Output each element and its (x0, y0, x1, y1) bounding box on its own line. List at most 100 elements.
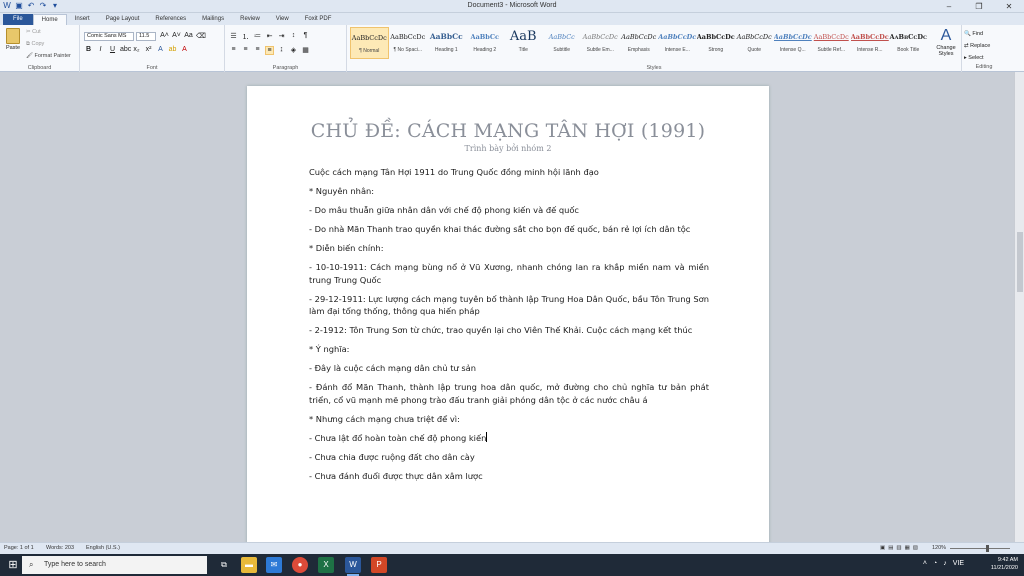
italic-icon[interactable]: I (96, 46, 105, 53)
line-spacing-icon[interactable]: ↨ (277, 46, 286, 55)
word-count[interactable]: Words: 203 (46, 545, 74, 551)
search-icon: ⌕ (29, 560, 34, 569)
tab-references[interactable]: References (147, 14, 194, 25)
task-view-icon[interactable]: ⧉ (216, 557, 232, 573)
ribbon-tabs: File Home Insert Page Layout References … (0, 13, 1024, 25)
language-indicator[interactable]: English (U.S.) (86, 545, 120, 551)
superscript-icon[interactable]: x² (144, 46, 153, 53)
page-count[interactable]: Page: 1 of 1 (4, 545, 34, 551)
select-button[interactable]: ▸ Select (964, 52, 990, 64)
change-styles-button[interactable]: A Change Styles (930, 27, 962, 57)
align-right-icon[interactable]: ≡ (253, 46, 262, 55)
align-center-icon[interactable]: ≡ (241, 46, 250, 55)
taskbar-search-box[interactable]: ⌕ Type here to search (22, 556, 207, 574)
tab-insert[interactable]: Insert (67, 14, 98, 25)
editing-label: Editing (975, 64, 993, 70)
tab-file[interactable]: File (3, 14, 33, 25)
editing-group: 🔍 Find ⇄ Replace ▸ Select (964, 28, 990, 64)
close-button[interactable]: ✕ (994, 0, 1024, 13)
paragraph: * Ý nghĩa: (309, 344, 350, 354)
subscript-icon[interactable]: x₂ (132, 46, 141, 53)
document-subtitle: Trình bày bởi nhóm 2 (464, 144, 552, 153)
tab-foxit-pdf[interactable]: Foxit PDF (297, 14, 340, 25)
borders-icon[interactable]: ▦ (301, 46, 310, 55)
copy-button[interactable]: ⧉ Copy (26, 41, 44, 48)
underline-icon[interactable]: U (108, 46, 117, 53)
format-painter-button[interactable]: 🖌 Format Painter (26, 53, 71, 59)
clock[interactable]: 9:42 AM 11/21/2020 (991, 556, 1018, 572)
font-color-icon[interactable]: A (180, 46, 189, 53)
document-body[interactable]: Cuộc cách mạng Tân Hợi 1911 do Trung Quố… (309, 166, 709, 489)
network-icon[interactable]: ◔ (933, 560, 937, 567)
highlight-icon[interactable]: ab (168, 46, 177, 53)
multilevel-list-icon[interactable]: ≔ (253, 32, 262, 42)
justify-icon[interactable]: ≡ (265, 46, 274, 55)
grow-font-icon[interactable]: A˄ (160, 32, 169, 40)
document-page[interactable]: CHỦ ĐỀ: CÁCH MẠNG TÂN HỢI (1991) Trình b… (247, 86, 769, 556)
scrollbar-thumb[interactable] (1017, 232, 1023, 292)
tab-view[interactable]: View (268, 14, 297, 25)
tab-review[interactable]: Review (232, 14, 268, 25)
paragraph-with-caret: - Chưa lật đổ hoàn toàn chế độ phong kiế… (309, 431, 709, 445)
view-buttons-icon[interactable]: ▣▤▥▦▧ (880, 545, 921, 551)
tab-mailings[interactable]: Mailings (194, 14, 232, 25)
select-icon: ▸ (964, 55, 967, 61)
paragraph: * Nguyên nhân: (309, 186, 375, 196)
paragraph: - Đây là cuộc cách mạng dân chủ tư sản (309, 363, 477, 373)
font-group: Comic Sans MS 11.5 A˄ A˅ Aa ⌫ B I U abc … (80, 25, 225, 72)
vertical-scrollbar[interactable] (1014, 72, 1024, 542)
system-tray: ˄ ◔ ♪ VIE (923, 560, 964, 567)
change-case-icon[interactable]: Aa (184, 32, 193, 40)
show-formatting-icon[interactable]: ¶ (301, 32, 310, 42)
paste-button[interactable]: Paste (4, 28, 22, 51)
strikethrough-icon[interactable]: abc (120, 46, 131, 53)
numbering-icon[interactable]: ⒈ (241, 32, 250, 42)
bullets-icon[interactable]: ☰ (229, 32, 238, 42)
input-language[interactable]: VIE (953, 560, 964, 567)
cut-button[interactable]: ✂ Cut (26, 29, 41, 35)
minimize-button[interactable]: – (934, 0, 964, 13)
tab-page-layout[interactable]: Page Layout (98, 14, 148, 25)
windows-start-icon[interactable]: ⊞ (6, 558, 20, 572)
volume-icon[interactable]: ♪ (943, 560, 947, 567)
shrink-font-icon[interactable]: A˅ (172, 32, 181, 40)
list-row: ☰ ⒈ ≔ ⇤ ⇥ ↕ ¶ (229, 32, 310, 42)
restore-button[interactable]: ❐ (964, 0, 994, 13)
paragraph: Cuộc cách mạng Tân Hợi 1911 do Trung Quố… (309, 167, 599, 177)
chrome-icon[interactable]: ● (292, 557, 308, 573)
styles-group: Styles (347, 25, 962, 72)
replace-button[interactable]: ⇄ Replace (964, 40, 990, 52)
zoom-slider-handle[interactable] (986, 545, 989, 552)
clock-time: 9:42 AM (997, 557, 1018, 563)
clear-format-icon[interactable]: ⌫ (196, 32, 206, 40)
shading-icon[interactable]: ◈ (289, 46, 298, 55)
font-size-select[interactable]: 11.5 (136, 32, 156, 41)
document-area-top (0, 72, 1024, 86)
find-button[interactable]: 🔍 Find (964, 28, 990, 40)
chevron-up-icon[interactable]: ˄ (923, 560, 927, 567)
align-left-icon[interactable]: ≡ (229, 46, 238, 55)
excel-icon[interactable]: X (318, 557, 334, 573)
word-taskbar-icon[interactable]: W (345, 557, 361, 576)
clock-date: 11/21/2020 (990, 565, 1018, 571)
align-row: ≡ ≡ ≡ ≡ ↨ ◈ ▦ (229, 46, 310, 55)
file-explorer-icon[interactable]: ▬ (241, 557, 257, 573)
paragraph-group: ☰ ⒈ ≔ ⇤ ⇥ ↕ ¶ ≡ ≡ ≡ ≡ ↨ ◈ ▦ Paragraph (225, 25, 347, 72)
zoom-slider[interactable] (950, 548, 1010, 549)
decrease-indent-icon[interactable]: ⇤ (265, 32, 274, 42)
mail-icon[interactable]: ✉ (266, 557, 282, 573)
paragraph: - Đánh đổ Mãn Thanh, thành lập trung hoa… (309, 382, 709, 405)
text-effects-icon[interactable]: A (156, 46, 165, 53)
sort-icon[interactable]: ↕ (289, 32, 298, 42)
increase-indent-icon[interactable]: ⇥ (277, 32, 286, 42)
bold-icon[interactable]: B (84, 46, 93, 53)
zoom-level[interactable]: 120% (932, 545, 946, 551)
ribbon: Paste ✂ Cut ⧉ Copy 🖌 Format Painter Clip… (0, 25, 1024, 72)
font-size-row: A˄ A˅ Aa ⌫ (160, 32, 206, 40)
tab-home[interactable]: Home (32, 14, 67, 25)
font-family-select[interactable]: Comic Sans MS (84, 32, 134, 41)
clipboard-label: Clipboard (27, 65, 52, 71)
clipboard-group: Paste ✂ Cut ⧉ Copy 🖌 Format Painter Clip… (0, 25, 80, 72)
powerpoint-icon[interactable]: P (371, 557, 387, 573)
styles-label: Styles (646, 65, 662, 71)
